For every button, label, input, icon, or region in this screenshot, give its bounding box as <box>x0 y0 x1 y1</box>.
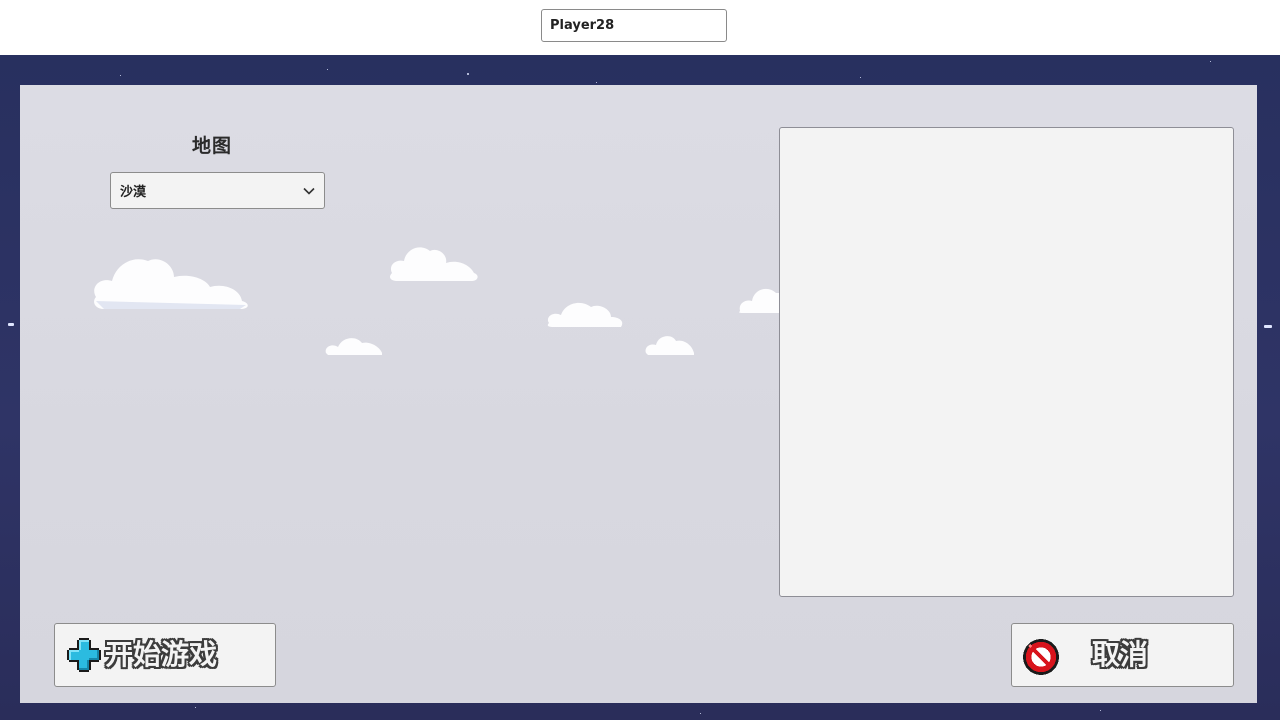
map-dropdown-value: 沙漠 <box>120 185 147 200</box>
player-name-input[interactable] <box>541 9 727 42</box>
cloud-decoration <box>325 338 382 355</box>
map-dropdown[interactable]: 沙漠 <box>110 172 325 209</box>
cloud-decoration <box>390 247 478 281</box>
no-entry-icon <box>1022 638 1059 675</box>
start-game-label: 开始游戏 <box>105 638 218 671</box>
cloud-decoration <box>547 302 623 327</box>
cancel-button[interactable]: 取消 <box>1011 623 1234 687</box>
cloud-decoration <box>739 288 782 313</box>
top-bar <box>0 0 1280 55</box>
start-game-button[interactable]: 开始游戏 <box>54 623 276 687</box>
dpad-plus-icon <box>67 638 101 672</box>
cloud-decoration <box>94 259 248 309</box>
map-label: 地图 <box>191 135 232 157</box>
player-list-panel <box>779 127 1234 597</box>
lobby-panel: 地图 沙漠 开始游戏 取消 <box>20 85 1257 703</box>
cancel-label: 取消 <box>1092 638 1149 671</box>
chevron-down-icon <box>302 184 316 198</box>
cloud-decoration <box>645 336 694 355</box>
